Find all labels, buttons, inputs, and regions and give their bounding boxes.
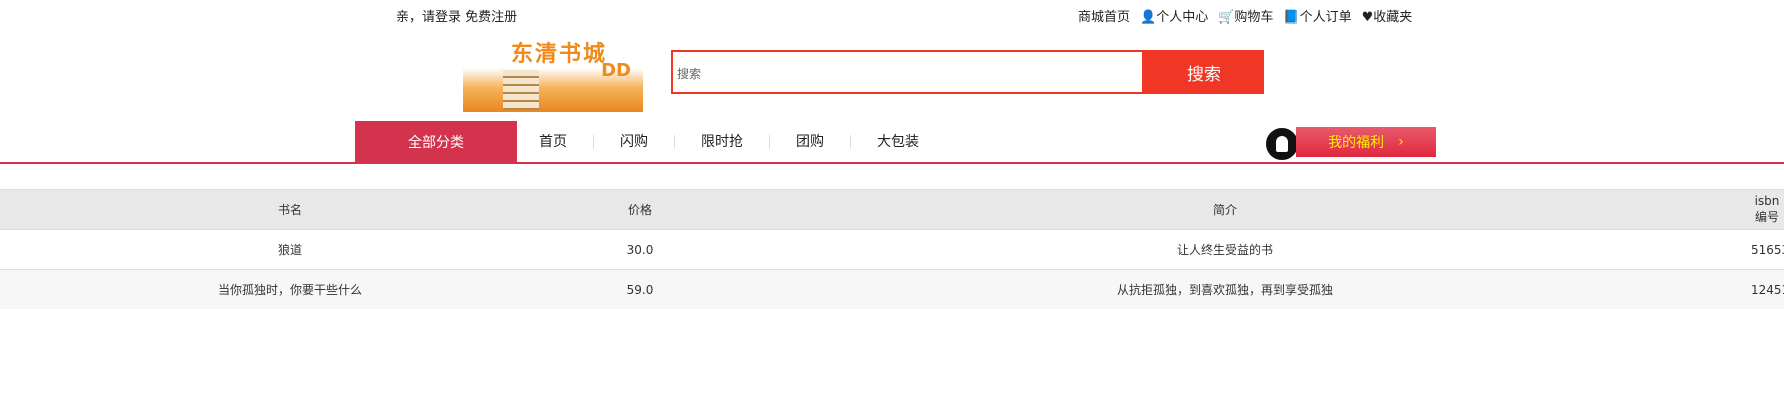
login-register-link[interactable]: 亲，请登录 免费注册 — [396, 6, 517, 25]
books-illustration — [503, 70, 539, 110]
main-nav: 首页 闪购 限时抢 团购 大包装 — [517, 121, 945, 162]
cell-desc: 从抗拒孤独，到喜欢孤独，再到享受孤独 — [700, 269, 1750, 309]
cell-desc: 让人终生受益的书 — [700, 229, 1750, 270]
header-isbn: isbn编号 — [1750, 189, 1784, 230]
cell-price: 59.0 — [580, 269, 700, 309]
logo-title: 东清书城 — [511, 42, 608, 67]
table-row: 狼道30.0让人终生受益的书51653 — [0, 229, 1784, 270]
heart-icon: ♥ — [1361, 10, 1374, 25]
user-center-label: 个人中心 — [1156, 10, 1209, 25]
orders-link[interactable]: 📘个人订单 — [1283, 6, 1351, 25]
logo-sub: DD — [601, 60, 631, 81]
search-button[interactable]: 搜索 — [1144, 50, 1264, 94]
search-input[interactable]: 搜索 — [671, 50, 1144, 94]
book-icon: 📘 — [1283, 10, 1300, 25]
nav-home[interactable]: 首页 — [517, 135, 593, 149]
welfare-label: 我的福利 — [1328, 135, 1385, 151]
user-icon: 👤 — [1140, 10, 1157, 25]
cell-title[interactable]: 当你孤独时，你要干些什么 — [0, 269, 580, 309]
favorites-label: 收藏夹 — [1373, 10, 1413, 25]
favorites-link[interactable]: ♥收藏夹 — [1362, 6, 1413, 25]
nav-flash-sale[interactable]: 闪购 — [593, 134, 674, 149]
home-link[interactable]: 商城首页 — [1078, 6, 1130, 25]
cell-price: 30.0 — [580, 229, 700, 270]
avatar-icon — [1264, 126, 1300, 162]
nav-group-buy[interactable]: 团购 — [769, 134, 850, 149]
table-row: 当你孤独时，你要干些什么59.0从抗拒孤独，到喜欢孤独，再到享受孤独124515 — [0, 269, 1784, 309]
logo[interactable]: 东清书城 DD — [463, 32, 643, 112]
header-desc: 简介 — [700, 189, 1750, 230]
nav-bulk[interactable]: 大包装 — [850, 134, 945, 149]
cell-isbn: 51653 — [1750, 229, 1784, 270]
orders-label: 个人订单 — [1299, 10, 1352, 25]
nav-limited[interactable]: 限时抢 — [674, 134, 769, 149]
header-price: 价格 — [580, 189, 700, 230]
table-header: 书名 价格 简介 isbn编号 — [0, 189, 1784, 230]
chevron-right-icon: › — [1398, 134, 1404, 150]
books-table: 书名 价格 简介 isbn编号 狼道30.0让人终生受益的书51653 当你孤独… — [0, 189, 1784, 309]
cart-icon: 🛒 — [1218, 10, 1235, 25]
cell-isbn: 124515 — [1750, 269, 1784, 309]
my-welfare-button[interactable]: 我的福利 › — [1296, 127, 1436, 157]
cell-title[interactable]: 狼道 — [0, 229, 580, 270]
top-links: 商城首页 👤个人中心 🛒购物车 📘个人订单 ♥收藏夹 — [1078, 6, 1412, 25]
cart-link[interactable]: 🛒购物车 — [1218, 6, 1273, 25]
user-center-link[interactable]: 👤个人中心 — [1140, 6, 1208, 25]
header-title: 书名 — [0, 189, 580, 230]
all-categories-button[interactable]: 全部分类 — [355, 121, 517, 162]
cart-label: 购物车 — [1234, 10, 1274, 25]
nav-divider — [0, 162, 1784, 164]
